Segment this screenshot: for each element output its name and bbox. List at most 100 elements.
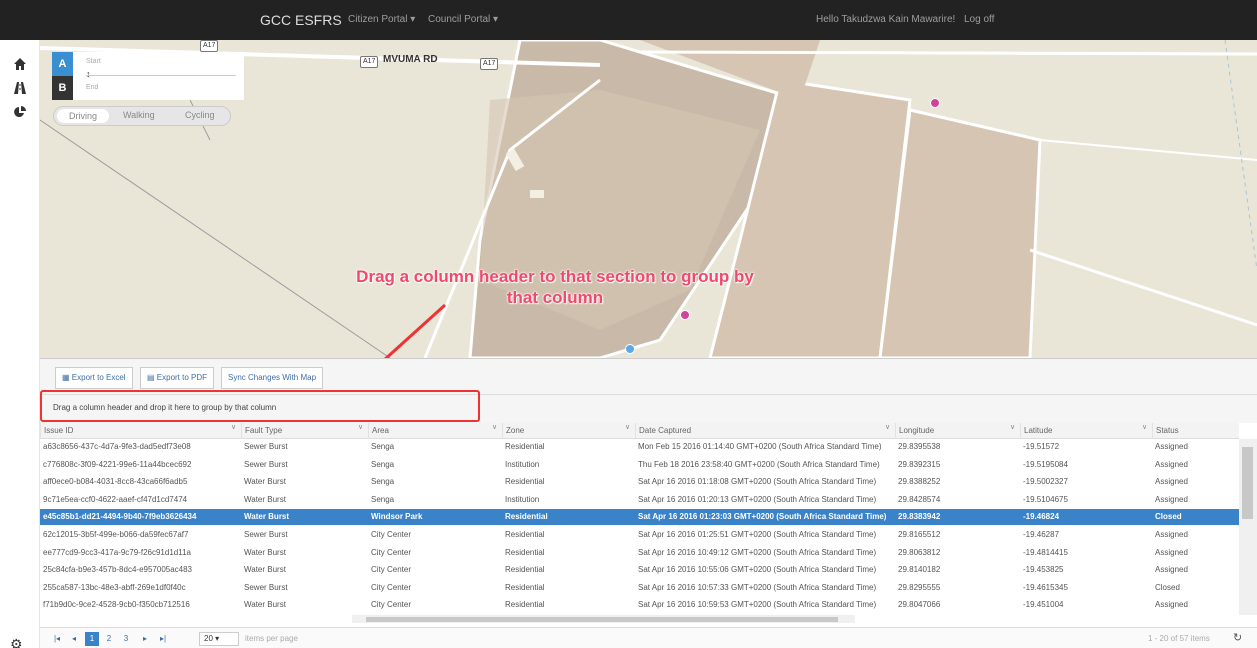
mode-cycling[interactable]: Cycling xyxy=(185,110,215,120)
table-cell: Sat Apr 16 2016 01:25:51 GMT+0200 (South… xyxy=(638,530,877,539)
table-cell: Senga xyxy=(371,459,395,469)
table-cell: -19.453825 xyxy=(1023,565,1064,575)
pager-info: 1 - 20 of 57 items xyxy=(1148,634,1210,643)
mode-driving[interactable]: Driving xyxy=(57,109,109,123)
table-cell: City Center xyxy=(371,530,412,539)
page-size-select[interactable]: 20 ▾ xyxy=(199,632,239,646)
column-menu-icon[interactable]: ∨ xyxy=(885,423,890,431)
page-2-button[interactable]: 2 xyxy=(102,632,116,646)
column-menu-icon[interactable]: ∨ xyxy=(1010,423,1015,431)
start-input[interactable]: Start xyxy=(86,58,101,65)
sync-map-button[interactable]: Sync Changes With Map xyxy=(221,367,324,389)
page-3-button[interactable]: 3 xyxy=(119,632,133,646)
table-row[interactable]: f71b9d0c-9ce2-4528-9cb0-f350cb712516 Wate… xyxy=(40,597,1239,613)
column-header[interactable]: Fault Type xyxy=(241,423,368,439)
table-cell: ee777cd9-9cc3-417a-9c79-f26c91d1d11a xyxy=(43,547,191,557)
table-cell: 255ca587-13bc-48e3-abff-269e1df0f40c xyxy=(43,582,186,592)
next-page-button[interactable]: ▸ xyxy=(138,632,152,646)
page-1-button[interactable]: 1 xyxy=(85,632,99,646)
table-row[interactable]: aff0ece0-b084-4031-8cc8-43ca66f6adb5 Wate… xyxy=(40,474,1239,490)
table-row[interactable]: c776808c-3f09-4221-99e6-11a44bcec692 Sewe… xyxy=(40,457,1239,473)
export-excel-button[interactable]: ▦ Export to Excel xyxy=(55,367,133,389)
column-header[interactable]: Latitude xyxy=(1020,423,1152,439)
brand[interactable]: GCC ESFRS xyxy=(260,12,342,28)
column-menu-icon[interactable]: ∨ xyxy=(1142,423,1147,431)
mode-walking[interactable]: Walking xyxy=(123,110,155,120)
table-cell: Assigned xyxy=(1155,442,1188,451)
table-row[interactable]: 62c12015-3b5f-499e-b066-da59fec67af7 Sewe… xyxy=(40,527,1239,543)
table-cell: Residential xyxy=(505,477,545,487)
table-cell: 29.8063812 xyxy=(898,547,941,557)
column-menu-icon[interactable]: ∨ xyxy=(492,423,497,431)
table-cell: 29.8047066 xyxy=(898,600,941,610)
table-cell: Sat Apr 16 2016 01:23:03 GMT+0200 (South… xyxy=(638,512,887,522)
swap-icon[interactable]: ↕ xyxy=(86,69,91,79)
home-icon[interactable] xyxy=(10,56,30,76)
council-portal-menu[interactable]: Council Portal ▾ xyxy=(428,14,498,25)
column-header[interactable]: Issue ID xyxy=(40,423,241,439)
user-greeting[interactable]: Hello Takudzwa Kain Mawarire! xyxy=(816,14,955,25)
column-menu-icon[interactable]: ∨ xyxy=(231,423,236,431)
table-row[interactable]: e45c85b1-dd21-4494-9b40-7f9eb3626434 Wate… xyxy=(40,509,1239,526)
column-header[interactable]: Status xyxy=(1152,423,1239,439)
table-row[interactable]: 25c84cfa-b9e3-457b-8dc4-e957005ac483 Wate… xyxy=(40,562,1239,578)
table-cell: Sewer Burst xyxy=(244,459,288,469)
table-cell: -19.451004 xyxy=(1023,600,1064,610)
table-cell: Residential xyxy=(505,600,545,610)
table-cell: a63c8656-437c-4d7a-9fe3-dad5edf73e08 xyxy=(43,442,191,451)
scroll-thumb[interactable] xyxy=(366,617,838,622)
table-cell: Closed xyxy=(1155,512,1182,522)
table-cell: City Center xyxy=(371,547,412,557)
citizen-portal-menu[interactable]: Citizen Portal ▾ xyxy=(348,14,415,25)
table-cell: c776808c-3f09-4221-99e6-11a44bcec692 xyxy=(43,459,192,469)
road-icon[interactable] xyxy=(10,80,30,100)
column-header[interactable]: Longitude xyxy=(895,423,1020,439)
first-page-button[interactable]: |◂ xyxy=(50,632,64,646)
table-row[interactable]: 9c71e5ea-ccf0-4622-aaef-cf47d1cd7474 Wate… xyxy=(40,492,1239,508)
table-cell: -19.46287 xyxy=(1023,530,1060,539)
pie-chart-icon[interactable] xyxy=(10,104,30,124)
scroll-thumb[interactable] xyxy=(1242,447,1253,519)
travel-mode-selector: Driving Walking Cycling xyxy=(53,106,231,126)
prev-page-button[interactable]: ◂ xyxy=(67,632,81,646)
end-input[interactable]: End xyxy=(86,84,98,91)
table-row[interactable]: a63c8656-437c-4d7a-9fe3-dad5edf73e08 Sewe… xyxy=(40,439,1239,455)
table-cell: Water Burst xyxy=(244,512,290,522)
gear-icon[interactable]: ⚙ xyxy=(10,636,23,648)
refresh-icon[interactable]: ↻ xyxy=(1233,631,1242,644)
column-menu-icon[interactable]: ∨ xyxy=(358,423,363,431)
left-sidebar: ⚙ xyxy=(0,40,40,648)
road-shield: A17 xyxy=(360,56,379,68)
table-cell: 29.8383942 xyxy=(898,512,941,522)
horizontal-scrollbar[interactable] xyxy=(352,615,855,623)
table-row[interactable]: 255ca587-13bc-48e3-abff-269e1df0f40c Sewe… xyxy=(40,580,1239,596)
column-header[interactable]: Area xyxy=(368,423,502,439)
table-cell: Assigned xyxy=(1155,477,1188,487)
column-header[interactable]: Date Captured xyxy=(635,423,895,439)
table-cell: 29.8165512 xyxy=(898,530,941,539)
table-row[interactable]: ee777cd9-9cc3-417a-9c79-f26c91d1d11a Wate… xyxy=(40,545,1239,561)
table-cell: Closed xyxy=(1155,582,1180,592)
table-cell: Water Burst xyxy=(244,477,286,487)
table-cell: Residential xyxy=(505,442,545,451)
table-cell: Residential xyxy=(505,547,545,557)
map-marker-icon[interactable] xyxy=(625,344,635,354)
road-shield: A17 xyxy=(200,40,219,52)
table-cell: Water Burst xyxy=(244,547,286,557)
column-menu-icon[interactable]: ∨ xyxy=(625,423,630,431)
table-cell: Sat Apr 16 2016 10:49:12 GMT+0200 (South… xyxy=(638,547,877,557)
vertical-scrollbar[interactable] xyxy=(1239,439,1257,615)
column-header[interactable]: Zone xyxy=(502,423,635,439)
table-cell: Water Burst xyxy=(244,494,286,504)
table-cell: -19.5002327 xyxy=(1023,477,1068,487)
last-page-button[interactable]: ▸| xyxy=(156,632,170,646)
export-pdf-button[interactable]: ▤ Export to PDF xyxy=(140,367,215,389)
table-cell: -19.46824 xyxy=(1023,512,1060,522)
table-cell: Sat Apr 16 2016 01:18:08 GMT+0200 (South… xyxy=(638,477,877,487)
logoff-link[interactable]: Log off xyxy=(964,14,994,25)
table-cell: Residential xyxy=(505,582,545,592)
top-navbar: GCC ESFRS Citizen Portal ▾ Council Porta… xyxy=(0,0,1257,40)
table-cell: 25c84cfa-b9e3-457b-8dc4-e957005ac483 xyxy=(43,565,193,575)
map-marker-icon[interactable] xyxy=(680,310,690,320)
map-marker-icon[interactable] xyxy=(930,98,940,108)
